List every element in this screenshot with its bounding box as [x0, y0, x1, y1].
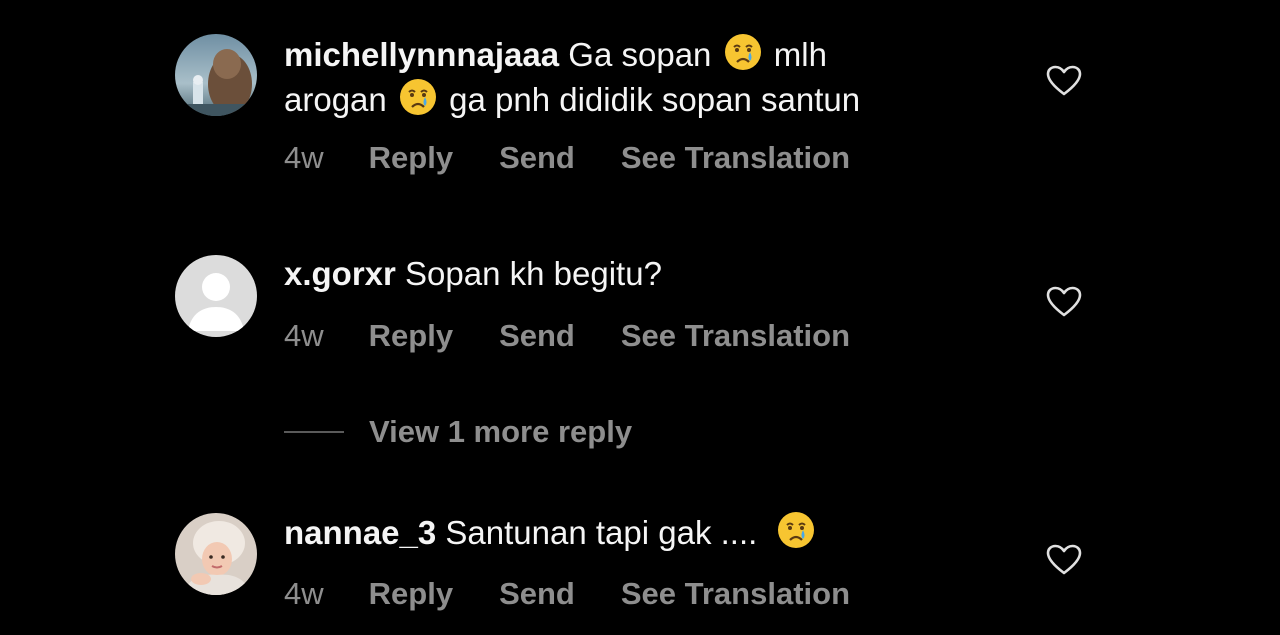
heart-icon[interactable] [1046, 65, 1082, 97]
reply-button[interactable]: Reply [369, 140, 453, 176]
crying-face-emoji-icon [778, 512, 815, 548]
comment-body: mlh [773, 36, 827, 73]
avatar[interactable] [175, 513, 257, 595]
see-translation-button[interactable]: See Translation [621, 318, 850, 354]
heart-icon[interactable] [1046, 286, 1082, 318]
comment-actions: 4w Reply Send See Translation [284, 318, 896, 354]
heart-icon[interactable] [1046, 544, 1082, 576]
view-more-replies[interactable]: View 1 more reply [284, 414, 632, 450]
send-button[interactable]: Send [499, 318, 575, 354]
comment-actions: 4w Reply Send See Translation [284, 576, 896, 612]
send-button[interactable]: Send [499, 140, 575, 176]
avatar[interactable] [175, 34, 257, 116]
comment-timestamp: 4w [284, 318, 324, 353]
comment-text: x.gorxr Sopan kh begitu? [284, 252, 984, 296]
comment-body: Sopan kh begitu? [405, 255, 662, 292]
comment-body: ga pnh dididik sopan santun [449, 81, 861, 118]
comment-body: Santunan tapi gak .... [445, 514, 758, 551]
comment-body: arogan [284, 81, 387, 118]
comment-username[interactable]: nannae_3 [284, 514, 436, 551]
comment-body: Ga sopan [568, 36, 712, 73]
comment-text: nannae_3 Santunan tapi gak .... [284, 510, 984, 555]
comment-actions: 4w Reply Send See Translation [284, 140, 896, 176]
crying-face-emoji-icon [399, 79, 436, 115]
see-translation-button[interactable]: See Translation [621, 576, 850, 612]
see-translation-button[interactable]: See Translation [621, 140, 850, 176]
comment-timestamp: 4w [284, 140, 324, 175]
reply-button[interactable]: Reply [369, 576, 453, 612]
crying-face-emoji-icon [724, 34, 761, 70]
comment-timestamp: 4w [284, 576, 324, 611]
comment-username[interactable]: michellynnnajaaa [284, 36, 559, 73]
comment-text: michellynnnajaaa Ga sopan mlh arogan ga … [284, 32, 984, 122]
divider [284, 431, 344, 433]
avatar[interactable] [175, 255, 257, 337]
send-button[interactable]: Send [499, 576, 575, 612]
reply-button[interactable]: Reply [369, 318, 453, 354]
view-more-replies-label[interactable]: View 1 more reply [369, 414, 632, 450]
comment-username[interactable]: x.gorxr [284, 255, 396, 292]
